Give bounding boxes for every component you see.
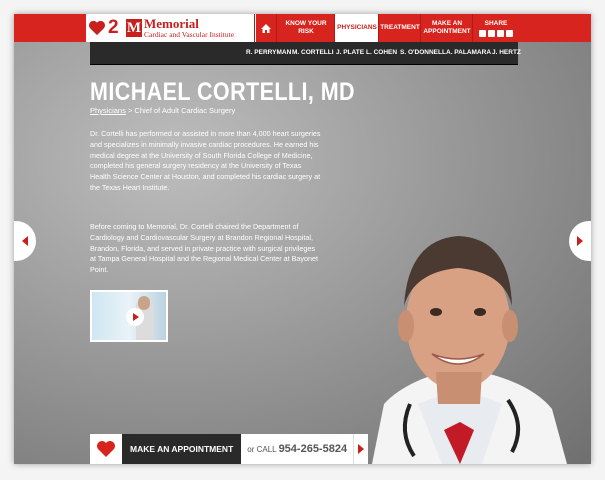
heart-logo-icon: [89, 20, 105, 36]
share-icons: [479, 29, 513, 37]
nav-make-appointment[interactable]: MAKE AN APPOINTMENT: [420, 14, 473, 42]
subnav-item-odonnell[interactable]: S. O'DONNELL: [400, 42, 446, 64]
google-plus-icon[interactable]: [497, 29, 504, 37]
call-info: or CALL 954-265-5824: [241, 434, 354, 464]
nav-home[interactable]: [254, 14, 277, 42]
breadcrumb: Physicians > Chief of Adult Cardiac Surg…: [90, 106, 235, 115]
nav-physicians[interactable]: PHYSICIANS: [334, 14, 379, 42]
phone-number[interactable]: 954-265-5824: [279, 443, 348, 455]
physician-portrait: [372, 236, 567, 464]
heart-icon: [97, 441, 115, 457]
chevron-right-icon: [358, 444, 365, 454]
logo-numeral: 2: [108, 17, 119, 38]
share-label: SHARE: [484, 19, 508, 27]
video-thumbnail[interactable]: [90, 290, 168, 342]
or-call-label: or CALL: [247, 445, 277, 454]
appointment-heart: [90, 434, 122, 464]
page-frame: 2 M Memorial Cardiac and Vascular Instit…: [14, 14, 591, 464]
header-bar: 2 M Memorial Cardiac and Vascular Instit…: [14, 14, 591, 42]
subnav-item-palamara[interactable]: A. PALAMARA: [446, 42, 491, 64]
breadcrumb-link-physicians[interactable]: Physicians: [90, 106, 126, 115]
logo-name: Memorial: [144, 16, 199, 31]
email-icon[interactable]: [506, 29, 513, 37]
make-appointment-button[interactable]: MAKE AN APPOINTMENT: [122, 434, 242, 464]
appointment-next-button[interactable]: [353, 434, 369, 464]
nav-share: SHARE: [472, 14, 519, 42]
logo-subtitle: Cardiac and Vascular Institute: [144, 30, 235, 39]
facebook-icon[interactable]: [479, 29, 486, 37]
subnav-item-cohen[interactable]: L. COHEN: [366, 42, 397, 64]
nav-treatment[interactable]: TREATMENT: [378, 14, 421, 42]
bio-paragraph-1: Dr. Cortelli has performed or assisted i…: [90, 129, 321, 192]
video-person-head: [138, 296, 150, 310]
previous-arrow-button[interactable]: [14, 221, 36, 261]
subnav-item-cortelli[interactable]: M. CORTELLI: [292, 42, 334, 64]
twitter-icon[interactable]: [488, 29, 495, 37]
subnav-item-plate[interactable]: J. PLATE: [336, 42, 364, 64]
nav-know-your-risk[interactable]: KNOW YOUR RISK: [276, 14, 335, 42]
logo-mark: M: [126, 19, 142, 37]
appointment-bar: MAKE AN APPOINTMENT or CALL 954-265-5824: [90, 434, 369, 464]
subnav-item-hertz[interactable]: J. HERTZ: [492, 42, 521, 64]
bio-paragraph-2: Before coming to Memorial, Dr. Cortelli …: [90, 222, 319, 275]
home-icon: [261, 23, 271, 33]
page-title: MICHAEL CORTELLI, MD: [90, 78, 356, 106]
physician-subnav: R. PERRYMAN M. CORTELLI J. PLATE L. COHE…: [90, 42, 521, 65]
chevron-left-icon: [22, 236, 28, 246]
breadcrumb-current: > Chief of Adult Cardiac Surgery: [125, 106, 236, 115]
subnav-item-perryman[interactable]: R. PERRYMAN: [246, 42, 291, 64]
play-icon[interactable]: [126, 308, 144, 326]
